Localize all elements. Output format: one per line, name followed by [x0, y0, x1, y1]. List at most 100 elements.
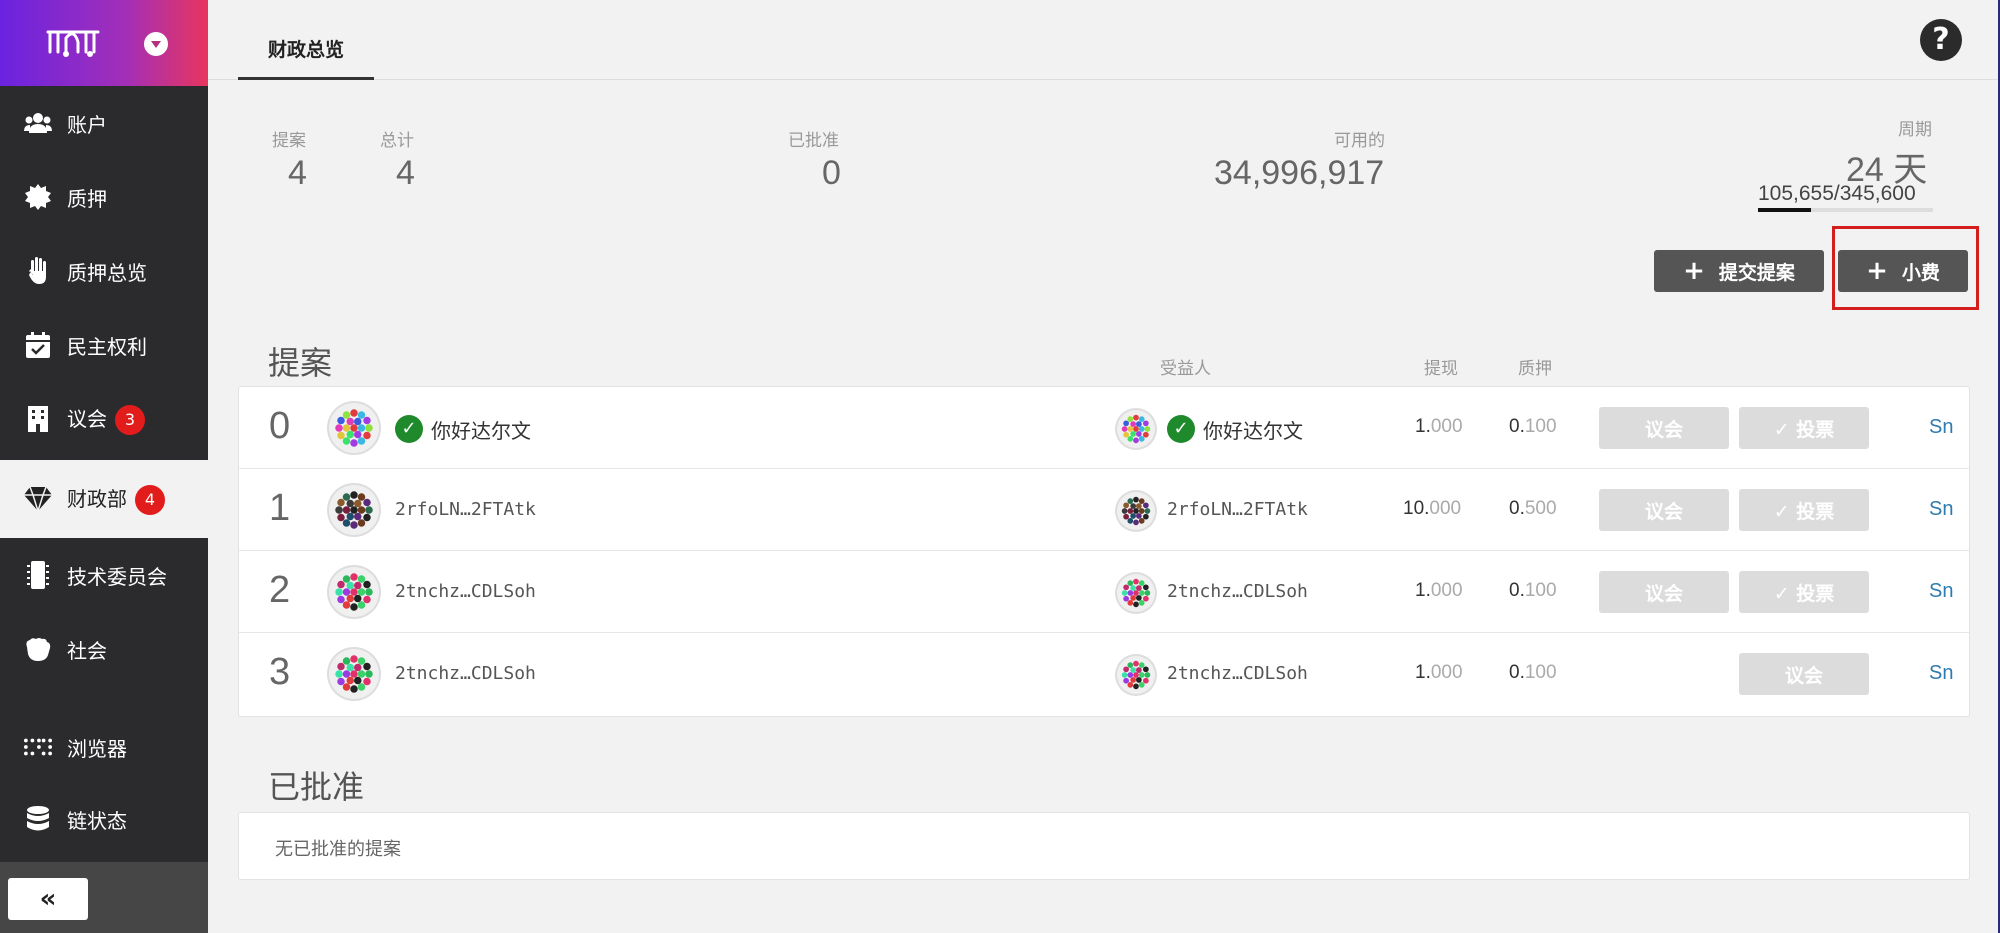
sidebar-item-tech-committee[interactable]: 技术委员会 [0, 540, 208, 610]
identicon-dot [1133, 496, 1139, 503]
identicon-dot [1143, 677, 1149, 684]
identicon-dot [1127, 600, 1134, 606]
total-label: 总计 [380, 131, 414, 151]
identicon-dot [1136, 431, 1142, 437]
beneficiary-address[interactable]: 2rfoLN…2FTAtk [1167, 499, 1308, 520]
proposer-name[interactable]: 你好达尔文 [431, 415, 531, 444]
council-button[interactable]: 议会 [1599, 571, 1729, 613]
sidebar-item-treasury[interactable]: 财政部 4 [0, 460, 208, 538]
chain-dropdown-icon[interactable] [144, 32, 168, 56]
subscan-link[interactable]: Sn [1929, 416, 1953, 439]
proposal-index: 3 [269, 651, 291, 693]
identicon-dot [342, 601, 351, 609]
identicon-dot [1143, 420, 1149, 427]
identicon-dot [1144, 508, 1151, 514]
gem-icon [24, 485, 52, 513]
beneficiary-identicon[interactable] [1117, 492, 1155, 530]
progress-fill [1758, 208, 1812, 212]
identicon-dot [1133, 519, 1139, 526]
tab-treasury-overview[interactable]: 财政总览 [238, 20, 374, 80]
identicon-dot [1133, 437, 1139, 444]
identicon-dot [1130, 513, 1136, 519]
sidebar-item-label: 浏览器 [67, 736, 127, 761]
database-icon [24, 805, 52, 833]
help-icon[interactable]: ? [1920, 19, 1962, 61]
proposer-identicon[interactable] [329, 649, 379, 699]
sidebar-item-label: 链状态 [67, 808, 127, 833]
collapse-sidebar-button[interactable]: « [8, 878, 88, 920]
identicon-dots [335, 409, 373, 447]
beneficiary-column-header: 受益人 [1160, 359, 1211, 379]
beneficiary-address[interactable]: 2tnchz…CDLSoh [1167, 581, 1308, 602]
subscan-link[interactable]: Sn [1929, 580, 1953, 603]
identicon-dot [1144, 426, 1151, 432]
council-button[interactable]: 议会 [1599, 489, 1729, 531]
sidebar-item-council[interactable]: 议会 3 [0, 384, 208, 454]
sidebar-item-staking-overview[interactable]: 质押总览 [0, 236, 208, 306]
approved-empty-text: 无已批准的提案 [275, 839, 401, 860]
proposals-table: 0 ✓ 你好达尔文 ✓ 你好达尔文 1.000 0.100 议会 ✓ 投票 Sn… [238, 386, 1970, 717]
identicon-dot [346, 581, 354, 590]
sidebar-item-society[interactable]: 社会 [0, 614, 208, 684]
council-button[interactable]: 议会 [1599, 407, 1729, 449]
sidebar-footer: « [0, 862, 208, 933]
logo-bar[interactable] [0, 0, 208, 86]
sidebar-item-staking[interactable]: 质押 [0, 162, 208, 232]
beneficiary-identicon[interactable] [1117, 574, 1155, 612]
proposal-index: 0 [269, 405, 291, 447]
beneficiary-identicon[interactable] [1117, 656, 1155, 694]
users-icon [24, 109, 52, 137]
identicon-dot [1127, 416, 1134, 422]
vote-button[interactable]: ✓ 投票 [1739, 489, 1869, 531]
sidebar-item-label: 技术委员会 [67, 564, 167, 589]
identicon-dot [1138, 498, 1145, 504]
identicon-dot [1136, 421, 1142, 427]
bond-value: 0.500 [1509, 498, 1557, 519]
identicon-dot [1123, 677, 1129, 684]
sidebar-item-democracy[interactable]: 民主权利 [0, 310, 208, 380]
payout-value: 1.000 [1415, 416, 1463, 437]
identicon-dots [1121, 660, 1151, 690]
identicon-dot [354, 676, 362, 685]
submit-proposal-label: 提交提案 [1718, 261, 1795, 284]
identicon-dot [342, 657, 351, 665]
subscan-link[interactable]: Sn [1929, 498, 1953, 521]
sidebar-item-chain-state[interactable]: 链状态 [0, 784, 208, 854]
proposer-identicon[interactable] [329, 403, 379, 453]
identicon-dot [363, 513, 371, 522]
braille-icon [24, 733, 52, 761]
vote-button[interactable]: ✓ 投票 [1739, 571, 1869, 613]
identicon-dot [350, 439, 358, 447]
proposer-address[interactable]: 2tnchz…CDLSoh [395, 581, 536, 602]
identicon-dot [354, 663, 362, 672]
proposer-identicon[interactable] [329, 567, 379, 617]
sidebar-item-explorer[interactable]: 浏览器 [0, 712, 208, 782]
identicon-dot [346, 430, 354, 439]
submit-proposal-button[interactable]: + 提交提案 [1654, 250, 1824, 292]
bond-value: 0.100 [1509, 580, 1557, 601]
identicon-dots [335, 573, 373, 611]
proposer-identicon[interactable] [329, 485, 379, 535]
identicon-dot [350, 670, 358, 678]
identicon-dot [337, 431, 345, 440]
identicon-dot [342, 506, 351, 514]
beneficiary-address[interactable]: 2tnchz…CDLSoh [1167, 663, 1308, 684]
identicon-dot [1123, 420, 1129, 427]
sidebar-item-accounts[interactable]: 账户 [0, 88, 208, 158]
subscan-link[interactable]: Sn [1929, 662, 1953, 685]
identicon-dot [357, 601, 366, 609]
identicon-dot [337, 416, 345, 425]
identicon-dot [1130, 585, 1136, 591]
beneficiary-identicon[interactable] [1117, 410, 1155, 448]
proposer-address[interactable]: 2tnchz…CDLSoh [395, 663, 536, 684]
identicon-dot [1127, 498, 1134, 504]
proposal-index: 2 [269, 569, 291, 611]
vote-button[interactable]: ✓ 投票 [1739, 407, 1869, 449]
proposer-address[interactable]: 2rfoLN…2FTAtk [395, 499, 536, 520]
beneficiary-name[interactable]: 你好达尔文 [1203, 415, 1303, 444]
plus-icon: + [1683, 256, 1705, 286]
identicon-dot [346, 676, 354, 685]
identicon-dot [357, 683, 366, 691]
identicon-dot [354, 512, 362, 521]
council-button[interactable]: 议会 [1739, 653, 1869, 695]
